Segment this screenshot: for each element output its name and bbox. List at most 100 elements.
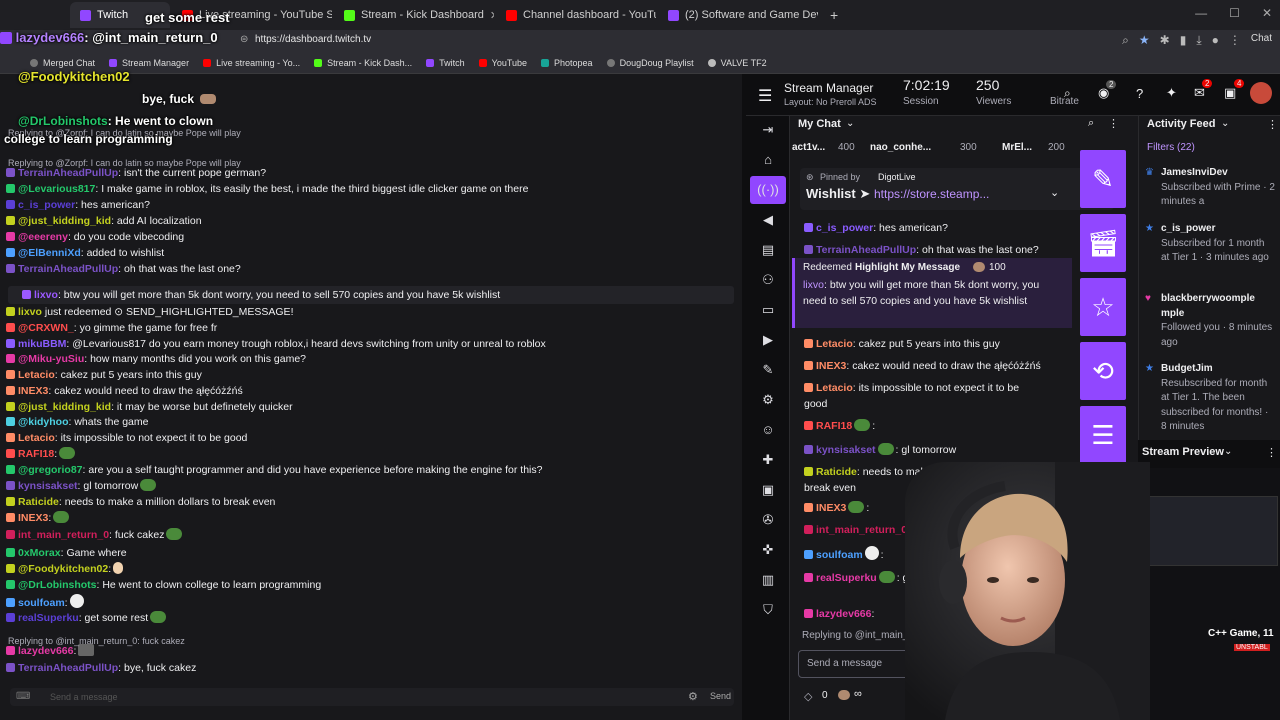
hamburger-menu-icon[interactable]: ☰ <box>758 86 772 106</box>
emote-picker-icon[interactable]: ⌨ <box>16 691 30 702</box>
camera-icon[interactable]: ▣ <box>760 482 776 498</box>
profile-avatar-icon[interactable]: ● <box>1212 33 1219 48</box>
filters-link[interactable]: Filters (22) <box>1147 142 1195 153</box>
more-menu-icon[interactable]: ⋮ <box>1108 117 1119 130</box>
bookmark-merged-chat[interactable]: Merged Chat <box>30 58 95 68</box>
chat-username[interactable]: @ElBenniXd <box>18 247 81 259</box>
bookmark-dougdoug[interactable]: DougDoug Playlist <box>606 58 694 68</box>
activity-item[interactable]: ★ BudgetJim Resubscribed for month at Tie… <box>1145 362 1275 435</box>
clip-button[interactable]: 🎬︎ <box>1080 214 1126 272</box>
chat-username[interactable]: kynsisakset <box>18 480 78 492</box>
chat-username[interactable]: Raticide <box>816 466 857 478</box>
whispers-icon[interactable]: ▣ <box>1224 85 1236 101</box>
my-chat-title[interactable]: My Chat <box>798 118 841 130</box>
avatar[interactable] <box>1250 82 1272 104</box>
book-icon[interactable]: ▥ <box>760 572 776 588</box>
help-icon[interactable]: ? <box>1136 86 1143 101</box>
chat-username[interactable]: lazydev666 <box>816 608 871 620</box>
chevron-down-icon[interactable]: ⌄ <box>1221 118 1229 129</box>
shield-icon[interactable]: ⛉ <box>760 602 776 618</box>
chat-username[interactable]: TerrainAheadPullUp <box>18 263 118 275</box>
panel-icon[interactable]: ▤ <box>760 242 776 258</box>
minimize-icon[interactable]: — <box>1195 6 1207 20</box>
chat-username[interactable]: soulfoam <box>18 597 65 609</box>
badge-icon[interactable]: ✇ <box>760 512 776 528</box>
chat-input[interactable]: ⌨ Send a message ⚙ Send <box>10 688 734 706</box>
activity-feed-title[interactable]: Activity Feed <box>1147 118 1215 130</box>
chat-username[interactable]: c_is_power <box>18 199 75 211</box>
chevron-down-icon[interactable]: ⌄ <box>1050 186 1059 199</box>
settings-gear-icon[interactable]: ⚙ <box>760 392 776 408</box>
chat-username[interactable]: soulfoam <box>816 549 863 561</box>
chat-username[interactable]: lixvo <box>18 306 42 318</box>
chat-username[interactable]: @just_kidding_kid <box>18 215 111 227</box>
bookmark-youtube-live[interactable]: Live streaming - Yo... <box>203 58 300 68</box>
highlight-button[interactable]: ☆ <box>1080 278 1126 336</box>
tab-software-game-dev[interactable]: (2) Software and Game Developm ✕ <box>658 2 818 28</box>
chat-username[interactable]: @Foodykitchen02 <box>18 563 108 575</box>
url-field[interactable]: https://dashboard.twitch.tv <box>255 34 371 45</box>
chat-username[interactable]: INEX3 <box>18 385 48 397</box>
more-menu-icon[interactable]: ⋮ <box>1267 118 1278 131</box>
megaphone-icon[interactable]: ◀ <box>760 212 776 228</box>
sparkle-icon[interactable]: ✦ <box>1166 85 1177 101</box>
new-tab-button[interactable]: + <box>820 2 846 28</box>
chat-username[interactable]: Letacio <box>816 338 853 350</box>
chevron-down-icon[interactable]: ⌄ <box>846 118 854 129</box>
chat-username[interactable]: @eeereny <box>18 231 68 243</box>
collapse-arrow-icon[interactable]: ⇥ <box>760 122 776 138</box>
chat-username[interactable]: realSuperku <box>18 612 79 624</box>
chat-username[interactable]: TerrainAheadPullUp <box>18 662 118 674</box>
activity-item[interactable]: ♥ blackberrywoomple mple Followed you · 8… <box>1145 292 1275 350</box>
settings-gear-icon[interactable]: ⚙ <box>688 690 698 703</box>
chat-username[interactable]: RAFI18 <box>816 420 852 432</box>
channel-points-icon[interactable] <box>838 690 850 700</box>
more-menu-icon[interactable]: ⋮ <box>1266 446 1277 459</box>
chat-username[interactable]: INEX3 <box>816 502 846 514</box>
people-icon[interactable]: ⚇ <box>760 272 776 288</box>
chat-username[interactable]: realSuperku <box>816 572 877 584</box>
chat-username[interactable]: Letacio <box>18 369 55 381</box>
search-icon[interactable]: ⌕ <box>1088 117 1094 130</box>
chat-username[interactable]: int_main_return_0 <box>816 524 907 536</box>
monitor-icon[interactable]: ▭ <box>760 302 776 318</box>
maximize-icon[interactable]: ☐ <box>1229 6 1240 20</box>
layout-button[interactable]: ☰ <box>1080 406 1126 464</box>
chat-username[interactable]: TerrainAheadPullUp <box>816 244 916 256</box>
sidebar-icon[interactable]: ▮ <box>1180 33 1187 48</box>
chat-username[interactable]: lixvo <box>34 289 58 301</box>
chat-username[interactable]: mikuBBM <box>18 338 66 350</box>
chat-username[interactable]: Raticide <box>18 496 59 508</box>
site-info-icon[interactable]: ⊜ <box>240 34 248 45</box>
chat-username[interactable]: lazydev666 <box>18 645 73 657</box>
send-button[interactable]: Send <box>710 691 731 701</box>
live-icon[interactable]: ((·)) <box>750 176 786 204</box>
video-icon[interactable]: ▶ <box>760 332 776 348</box>
search-icon[interactable]: ⌕ <box>1064 86 1071 101</box>
chat-username[interactable]: kynsisakset <box>816 444 876 456</box>
puzzle-icon[interactable]: ✜ <box>760 542 776 558</box>
chat-username[interactable]: @just_kidding_kid <box>18 401 111 413</box>
bookmark-photopea[interactable]: Photopea <box>541 58 593 68</box>
bits-icon[interactable]: ◇ <box>804 690 812 703</box>
bookmark-valve-tf2[interactable]: VALVE TF2 <box>707 58 767 68</box>
chat-username[interactable]: TerrainAheadPullUp <box>18 167 118 179</box>
stream-preview-title[interactable]: Stream Preview <box>1142 446 1224 458</box>
home-icon[interactable]: ⌂ <box>760 152 776 168</box>
chat-username[interactable]: @Levarious817 <box>18 183 95 195</box>
chat-username[interactable]: 0xMorax <box>18 547 61 559</box>
chat-username[interactable]: @Miku-yuSiu <box>18 353 84 365</box>
bookmark-twitch[interactable]: Twitch <box>426 58 465 68</box>
layout-selector[interactable]: Layout: No Preroll ADS <box>784 97 877 107</box>
chat-username[interactable]: @DrLobinshots <box>18 579 96 591</box>
tab-kick-dashboard[interactable]: Stream - Kick Dashboard ✕ <box>334 2 494 28</box>
add-user-icon[interactable]: ✚ <box>760 452 776 468</box>
extensions-icon[interactable]: ✱ <box>1160 33 1170 48</box>
download-icon[interactable]: ⤓ <box>1196 33 1201 48</box>
bookmark-stream-manager[interactable]: Stream Manager <box>109 58 189 68</box>
chat-username[interactable]: c_is_power <box>816 222 873 234</box>
chat-username[interactable]: Letacio <box>816 382 853 394</box>
tab-channel-dashboard[interactable]: Channel dashboard - YouTube Stu ✕ <box>496 2 656 28</box>
replay-button[interactable]: ⟲ <box>1080 342 1126 400</box>
chevron-down-icon[interactable]: ⌄ <box>1224 446 1232 457</box>
